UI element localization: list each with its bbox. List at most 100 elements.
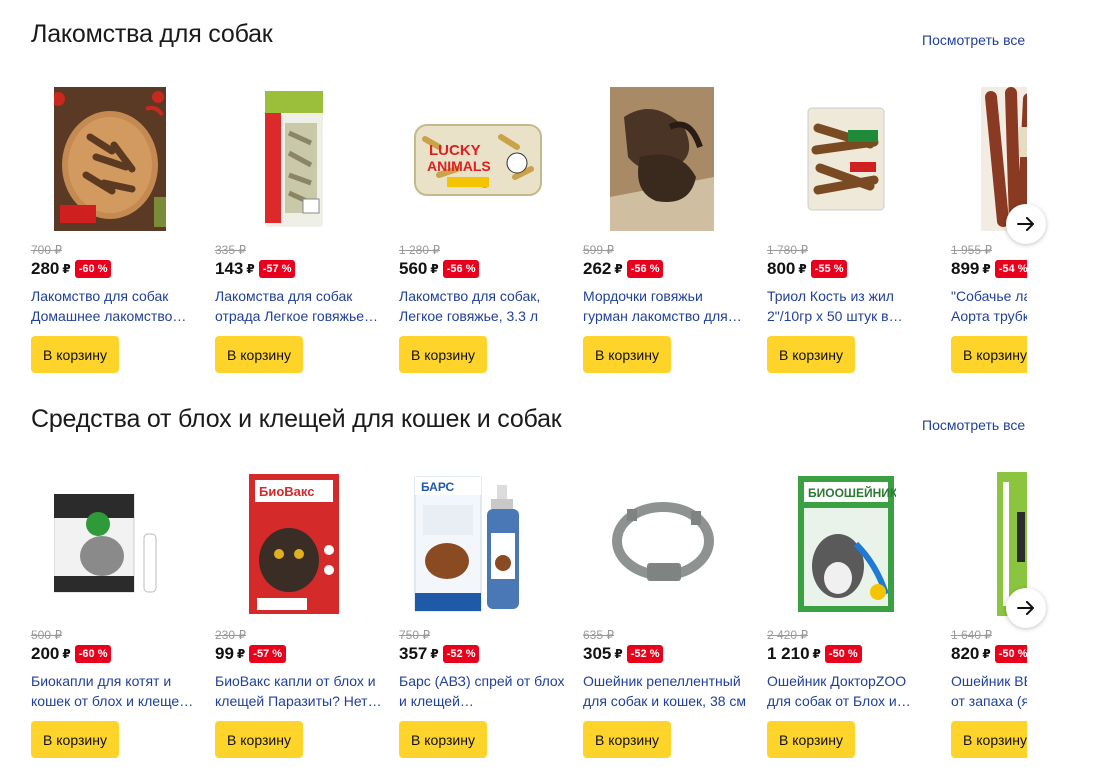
product-name-line2[interactable]: кошек от блох и клещей…	[31, 691, 199, 711]
add-to-cart-button[interactable]: В корзину	[951, 336, 1027, 373]
product-name-line2[interactable]: гурман лакомство для…	[583, 306, 751, 326]
add-to-cart-button[interactable]: В корзину	[583, 721, 671, 758]
jerky-board-icon[interactable]	[31, 86, 189, 232]
product-name-line1[interactable]: "Собачье лакомство"	[951, 286, 1027, 306]
product-card[interactable]: 500 ₽ 200 ₽ -60 % Биокапли для котят и кош…	[31, 465, 201, 765]
product-card[interactable]: 335 ₽ 143 ₽ -57 % Лакомства для собак отра…	[215, 80, 385, 380]
old-price: 335 ₽	[215, 243, 246, 257]
product-name-line1[interactable]: Лакомства для собак	[215, 286, 383, 306]
product-name-line2[interactable]: Домашнее лакомство…	[31, 306, 199, 326]
add-to-cart-button[interactable]: В корзину	[215, 336, 303, 373]
price: 305	[583, 644, 612, 663]
product-name-line1[interactable]: Барс (АВЗ) спрей от блох	[399, 671, 567, 691]
product-name-line1[interactable]: Ошейник ДокторZOO	[767, 671, 935, 691]
product-card[interactable]: БиоВакс 230 ₽ 99 ₽ -57 % БиоВакс капли от …	[215, 465, 385, 765]
discount-badge: -55 %	[810, 260, 848, 278]
section-title: Средства от блох и клещей для кошек и со…	[31, 405, 562, 433]
price: 800	[767, 259, 796, 278]
price-row: 280 ₽ -60 %	[31, 259, 112, 279]
price: 1 210	[767, 644, 810, 663]
price-row: 820 ₽ -50 %	[951, 644, 1027, 664]
price-row: 200 ₽ -60 %	[31, 644, 112, 664]
add-to-cart-button[interactable]: В корзину	[31, 336, 119, 373]
product-card[interactable]: БАРС 750 ₽ 357 ₽ -52 % Барс (АВЗ) спрей от…	[399, 465, 569, 765]
svg-text:LUCKY: LUCKY	[429, 142, 481, 159]
product-name-line1[interactable]: Ошейник ВЕДА	[951, 671, 1027, 691]
price: 820	[951, 644, 980, 663]
currency: ₽	[798, 262, 807, 276]
carousel-next-button[interactable]	[1006, 588, 1046, 628]
product-card[interactable]: 700 ₽ 280 ₽ -60 % Лакомство для собак Дома…	[31, 80, 201, 380]
currency: ₽	[430, 262, 439, 276]
price-row: 357 ₽ -52 %	[399, 644, 480, 664]
product-card[interactable]: 599 ₽ 262 ₽ -56 % Мордочки говяжьи гурман …	[583, 80, 753, 380]
see-all-link[interactable]: Посмотреть все	[922, 417, 1025, 433]
see-all-link[interactable]: Посмотреть все	[922, 32, 1025, 48]
add-to-cart-button[interactable]: В корзину	[767, 721, 855, 758]
product-name-line2[interactable]: Аорта трубка	[951, 306, 1027, 326]
product-name-line2[interactable]: для собак и кошек, 38 см	[583, 691, 751, 711]
price-row: 262 ₽ -56 %	[583, 259, 664, 279]
product-name-line2[interactable]: и клещей…	[399, 691, 567, 711]
price-row: 99 ₽ -57 %	[215, 644, 287, 664]
svg-text:БАРС: БАРС	[421, 480, 455, 494]
product-name-line1[interactable]: Лакомство для собак	[31, 286, 199, 306]
old-price: 1 955 ₽	[951, 243, 992, 257]
add-to-cart-button[interactable]: В корзину	[31, 721, 119, 758]
product-name-line1[interactable]: Лакомство для собак,	[399, 286, 567, 306]
svg-text:БиоВакс: БиоВакс	[259, 484, 314, 499]
add-to-cart-button[interactable]: В корзину	[583, 336, 671, 373]
price: 899	[951, 259, 980, 278]
price-row: 305 ₽ -52 %	[583, 644, 664, 664]
bars-spray-icon[interactable]: БАРС	[399, 471, 557, 617]
product-name-line2[interactable]: Легкое говяжье, 3.3 л	[399, 306, 567, 326]
product-carousel: 700 ₽ 280 ₽ -60 % Лакомство для собак Дома…	[31, 80, 1027, 380]
price-row: 800 ₽ -55 %	[767, 259, 848, 279]
product-name-line1[interactable]: Триол Кость из жил	[767, 286, 935, 306]
product-name-line1[interactable]: Биокапли для котят и	[31, 671, 199, 691]
old-price: 230 ₽	[215, 628, 246, 642]
price-row: 560 ₽ -56 %	[399, 259, 480, 279]
product-card[interactable]: 1 780 ₽ 800 ₽ -55 % Триол Кость из жил 2"/…	[767, 80, 937, 380]
discount-badge: -50 %	[994, 645, 1027, 663]
old-price: 750 ₽	[399, 628, 430, 642]
product-name-line1[interactable]: Ошейник репеллентный	[583, 671, 751, 691]
product-name-line1[interactable]: Мордочки говяжьи	[583, 286, 751, 306]
bones-pack-icon[interactable]	[767, 86, 925, 232]
biovaks-box-icon[interactable]: БиоВакс	[215, 471, 373, 617]
price: 280	[31, 259, 60, 278]
product-card[interactable]: БИООШЕЙНИК 2 420 ₽ 1 210 ₽ -50 % Ошейник Д…	[767, 465, 937, 765]
price-row: 143 ₽ -57 %	[215, 259, 296, 279]
product-name-line2[interactable]: от запаха (я…	[951, 691, 1027, 711]
discount-badge: -57 %	[258, 260, 296, 278]
old-price: 1 780 ₽	[767, 243, 808, 257]
treat-bag-icon[interactable]	[215, 86, 373, 232]
product-name-line2[interactable]: 2"/10гр х 50 штук в…	[767, 306, 935, 326]
currency: ₽	[62, 262, 71, 276]
product-card[interactable]: 635 ₽ 305 ₽ -52 % Ошейник репеллентный для…	[583, 465, 753, 765]
price: 560	[399, 259, 428, 278]
product-name-line2[interactable]: для собак от Блох и…	[767, 691, 935, 711]
add-to-cart-button[interactable]: В корзину	[951, 721, 1027, 758]
carousel-next-button[interactable]	[1006, 204, 1046, 244]
discount-badge: -52 %	[442, 645, 480, 663]
bio-drops-box-icon[interactable]	[31, 471, 189, 617]
add-to-cart-button[interactable]: В корзину	[399, 721, 487, 758]
lucky-animals-box-icon[interactable]: LUCKY ANIMALS	[399, 86, 557, 232]
product-name-line2[interactable]: клещей Паразиты? Нет!…	[215, 691, 383, 711]
beef-snout-icon[interactable]	[583, 86, 741, 232]
old-price: 599 ₽	[583, 243, 614, 257]
product-card[interactable]: LUCKY ANIMALS 1 280 ₽ 560 ₽ -56 % Лакомств…	[399, 80, 569, 380]
product-name-line1[interactable]: БиоВакс капли от блох и	[215, 671, 383, 691]
section-title: Лакомства для собак	[31, 20, 273, 48]
old-price: 1 280 ₽	[399, 243, 440, 257]
add-to-cart-button[interactable]: В корзину	[767, 336, 855, 373]
bioosheynik-box-icon[interactable]: БИООШЕЙНИК	[767, 471, 925, 617]
collar-icon[interactable]	[583, 471, 741, 617]
product-name-line2[interactable]: отрада Легкое говяжье…	[215, 306, 383, 326]
arrow-right-icon	[1017, 217, 1034, 231]
currency: ₽	[246, 262, 255, 276]
add-to-cart-button[interactable]: В корзину	[399, 336, 487, 373]
add-to-cart-button[interactable]: В корзину	[215, 721, 303, 758]
discount-badge: -54 %	[994, 260, 1027, 278]
